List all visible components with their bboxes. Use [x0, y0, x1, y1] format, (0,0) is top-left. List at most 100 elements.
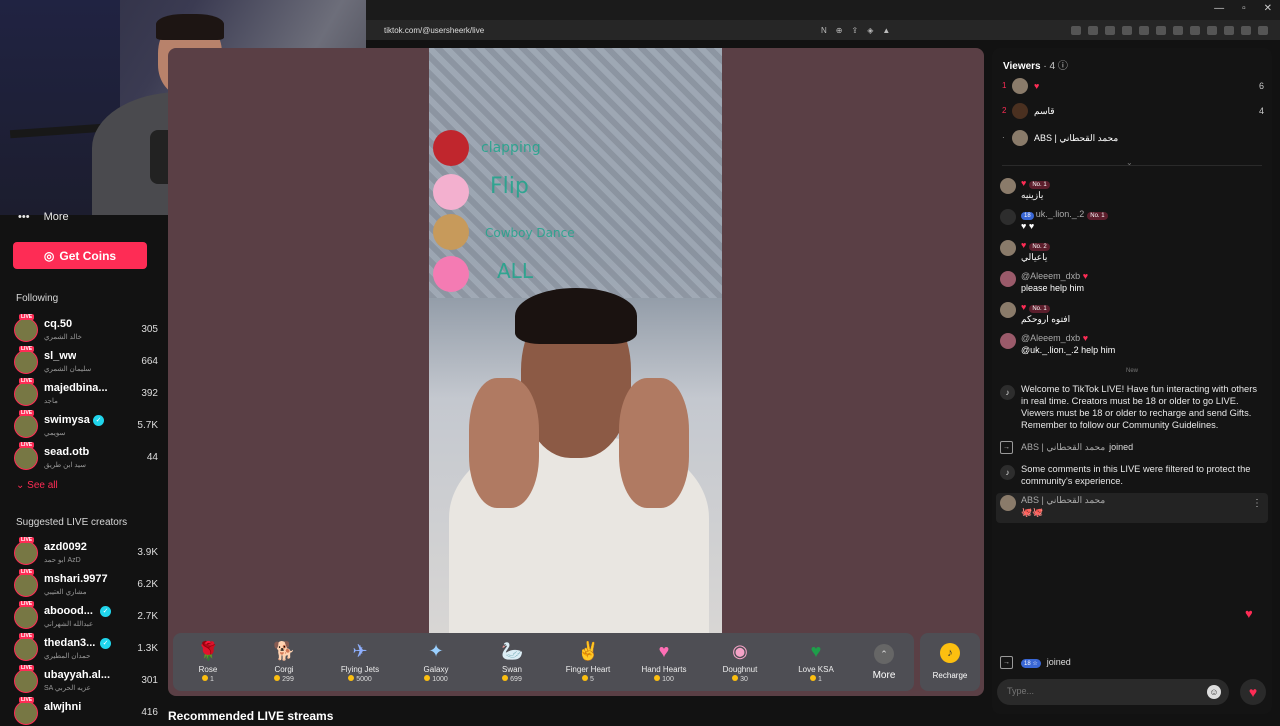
- heart-icon: ♥: [1248, 684, 1258, 700]
- following-item[interactable]: LIVE sead.otb سيد ابن طريق 44: [14, 442, 160, 471]
- extension-icon[interactable]: [1156, 25, 1166, 35]
- gift-doughnut[interactable]: ◉ Doughnut 30: [705, 633, 775, 691]
- gift-corgi[interactable]: 🐕 Corgi 299: [249, 633, 319, 691]
- account-name: sead.otb: [44, 446, 90, 458]
- following-item[interactable]: LIVE majedbina... ماجد 392: [14, 378, 160, 407]
- gift-name: Finger Heart: [565, 665, 611, 674]
- message-author: ♥ No. 1: [1021, 178, 1050, 189]
- chat-input-container: ☺: [997, 679, 1229, 705]
- viewers-label: Viewers: [1003, 61, 1041, 72]
- message-options-icon[interactable]: ⋮: [1252, 498, 1262, 509]
- sidebar-more[interactable]: ••• More: [18, 211, 69, 223]
- more-gifts-button[interactable]: ⌃ More: [868, 640, 900, 686]
- author-name: ♥: [1021, 302, 1027, 312]
- extension-icon[interactable]: [1207, 25, 1217, 35]
- reader-icon[interactable]: N: [821, 26, 827, 35]
- warning-icon[interactable]: ▲: [882, 26, 890, 35]
- extension-icon[interactable]: [1105, 25, 1115, 35]
- suggested-item[interactable]: LIVE mshari.9977 مشاري العتيبي 6.2K: [14, 569, 160, 598]
- suggested-item[interactable]: LIVE azd0092 ابو حمد AzD 3.9K: [14, 537, 160, 566]
- gift-galaxy[interactable]: ✦ Galaxy 1000: [401, 633, 471, 691]
- extension-icon[interactable]: [1088, 25, 1098, 35]
- account-subtitle: عبدالله الشهراني: [44, 621, 94, 628]
- gift-price: 299: [249, 675, 319, 683]
- tiktok-icon: ♪: [1000, 465, 1015, 480]
- extension-icon[interactable]: [1122, 25, 1132, 35]
- extension-icon[interactable]: [1190, 25, 1200, 35]
- following-item[interactable]: LIVE swimysa ✓ سويمي 5.7K: [14, 410, 160, 439]
- coin-icon: [202, 675, 209, 681]
- suggested-item[interactable]: LIVE alwjhni 416: [14, 697, 160, 726]
- viewer-score: 4: [1258, 106, 1264, 116]
- level-badge: 18: [1021, 212, 1034, 220]
- restore-icon[interactable]: ▫: [1242, 3, 1246, 14]
- gift-name: Corgi: [274, 665, 294, 674]
- viewer-row[interactable]: 1 ♥ 6: [1000, 77, 1264, 95]
- viewer-name: قاسم: [1034, 106, 1055, 116]
- joined-label: joined: [1046, 657, 1071, 667]
- doughnut-icon: ◉: [732, 641, 748, 661]
- account-subtitle: حمدان المطيري: [44, 653, 91, 660]
- gift-love-ksa[interactable]: ♥ Love KSA 1: [781, 633, 851, 691]
- following-item[interactable]: LIVE cq.50 خالد الشمري 305: [14, 314, 160, 343]
- gift-price-value: 5: [590, 676, 594, 683]
- viewer-row[interactable]: · ABS | محمد القحطاني: [1000, 129, 1264, 147]
- divider: [1002, 165, 1262, 166]
- info-icon[interactable]: ⓘ: [1058, 61, 1068, 72]
- gift-price: 100: [629, 675, 699, 683]
- share-icon[interactable]: ⇪: [851, 26, 858, 35]
- streamer-hair: [156, 14, 224, 40]
- join-text: 18 ☆ joined: [1021, 657, 1071, 668]
- extension-icon[interactable]: [1139, 25, 1149, 35]
- shield-icon[interactable]: ◈: [867, 26, 873, 35]
- minimize-icon[interactable]: —: [1214, 3, 1224, 14]
- extension-icon[interactable]: [1224, 25, 1234, 35]
- like-button[interactable]: ♥: [1240, 679, 1266, 705]
- avatar: [1000, 495, 1016, 511]
- verified-icon: ✓: [100, 638, 111, 649]
- new-messages-divider: New: [1125, 368, 1138, 374]
- gift-price-value: 100: [662, 676, 674, 683]
- account-name: mshari.9977: [44, 573, 108, 585]
- get-coins-button[interactable]: ◎ Get Coins: [13, 242, 147, 269]
- coin-icon: [502, 675, 509, 681]
- close-icon[interactable]: ✕: [1264, 3, 1272, 14]
- cowboy-hat-icon: [433, 214, 469, 250]
- coin-icon: ◎: [43, 248, 55, 263]
- gift-flying-jets[interactable]: ✈ Flying Jets 5000: [325, 633, 395, 691]
- viewers-header[interactable]: Viewers · 4 ⓘ: [1003, 57, 1068, 72]
- viewer-row[interactable]: 2 قاسم 4: [1000, 102, 1264, 120]
- live-video[interactable]: clapping Flip Cowboy Dance ALL: [429, 48, 722, 633]
- gift-bar: 🌹 Rose 1 🐕 Corgi 299 ✈ Flying Jets 5000 …: [173, 633, 914, 691]
- extension-icon[interactable]: [1241, 25, 1251, 35]
- gift-price-value: 5000: [356, 676, 372, 683]
- avatar: [1012, 130, 1028, 146]
- address-bar[interactable]: tiktok.com/@usersheerk/live N ⊕ ⇪ ◈ ▲: [366, 20, 1280, 40]
- gift-hand-hearts[interactable]: ♥ Hand Hearts 100: [629, 633, 699, 691]
- viewer-name: ABS | محمد القحطاني: [1034, 133, 1119, 143]
- suggested-item[interactable]: LIVE ubayyah.al... SA عزيه الحربي 301: [14, 665, 160, 694]
- chevron-up-icon: ⌃: [874, 644, 894, 664]
- chat-input[interactable]: [1007, 686, 1197, 696]
- emoji-icon[interactable]: ☺: [1207, 685, 1221, 699]
- recharge-button[interactable]: ♪ Recharge: [920, 633, 980, 691]
- url-text[interactable]: tiktok.com/@usersheerk/live: [384, 26, 484, 35]
- suggested-item[interactable]: LIVE aboood... ✓ عبدالله الشهراني 2.7K: [14, 601, 160, 630]
- address-icons: N ⊕ ⇪ ◈ ▲: [821, 26, 890, 35]
- extension-icon[interactable]: [1071, 25, 1081, 35]
- extension-icon[interactable]: [1258, 25, 1268, 35]
- gift-overlay-label: Cowboy Dance: [485, 226, 575, 240]
- gift-swan[interactable]: 🦢 Swan 699: [477, 633, 547, 691]
- suggested-item[interactable]: LIVE thedan3... ✓ حمدان المطيري 1.3K: [14, 633, 160, 662]
- see-all-link[interactable]: ⌄ See all: [16, 480, 58, 491]
- author-name: uk._.lion._.2: [1035, 209, 1085, 219]
- chat-panel: Viewers · 4 ⓘ 1 ♥ 6 2 قاسم 4 · ABS | محم…: [992, 48, 1272, 714]
- following-item[interactable]: LIVE sl_ww سليمان الشمري 664: [14, 346, 160, 375]
- extension-icon[interactable]: [1173, 25, 1183, 35]
- viewer-count: 301: [141, 675, 158, 686]
- join-icon: →: [1000, 441, 1013, 454]
- gift-finger-heart[interactable]: ✌ Finger Heart 5: [553, 633, 623, 691]
- zoom-icon[interactable]: ⊕: [836, 26, 843, 35]
- account-subtitle: خالد الشمري: [44, 334, 82, 341]
- gift-rose[interactable]: 🌹 Rose 1: [173, 633, 243, 691]
